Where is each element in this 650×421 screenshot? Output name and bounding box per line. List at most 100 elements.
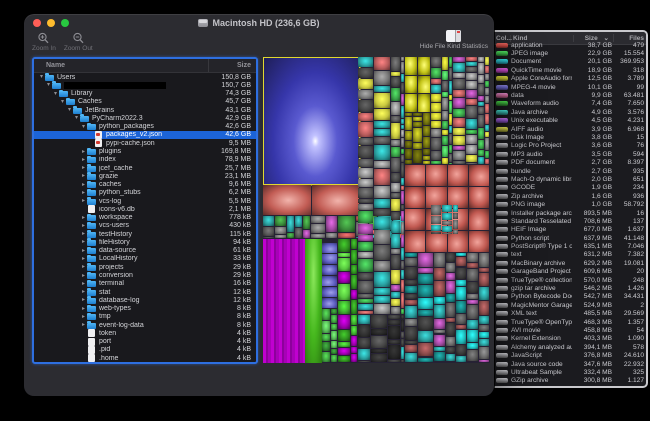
treemap-cell[interactable] <box>338 356 350 362</box>
treemap-cell[interactable] <box>374 245 390 261</box>
treemap-cell[interactable] <box>322 333 331 342</box>
treemap-cell[interactable] <box>338 348 350 356</box>
treemap-block[interactable] <box>453 57 490 165</box>
disclosure-closed-icon[interactable]: ▸ <box>80 156 87 164</box>
treemap-cell[interactable] <box>485 95 489 103</box>
treemap-cell[interactable] <box>446 347 455 354</box>
treemap-cell[interactable] <box>263 237 275 238</box>
treemap-cell[interactable] <box>478 346 489 359</box>
treemap-cell[interactable] <box>358 299 374 303</box>
treemap-cell[interactable] <box>358 311 374 314</box>
treemap-cell[interactable] <box>453 89 465 98</box>
disclosure-closed-icon[interactable]: ▸ <box>80 321 87 329</box>
treemap-cell[interactable] <box>477 115 485 127</box>
treemap-cell[interactable] <box>431 216 442 225</box>
treemap-cell[interactable] <box>405 57 417 75</box>
treemap-cell[interactable] <box>433 334 446 347</box>
tree-row[interactable]: ▾ 150,7 GB <box>34 81 256 89</box>
treemap-cell[interactable] <box>453 78 465 89</box>
tree-row[interactable]: ▸ vcs-log 5,5 MB <box>34 197 256 205</box>
treemap-cell[interactable] <box>446 322 455 337</box>
treemap-cell[interactable] <box>358 138 374 145</box>
treemap-cell[interactable] <box>446 262 455 272</box>
disclosure-closed-icon[interactable]: ▸ <box>80 164 87 172</box>
file-kind-row[interactable]: Apple CoreAudio form 12,5 GB 3.789 <box>494 75 646 83</box>
treemap-block[interactable] <box>338 239 358 363</box>
treemap-cell[interactable] <box>418 309 433 317</box>
treemap-cell[interactable] <box>441 110 448 120</box>
treemap-cell[interactable] <box>448 145 452 153</box>
treemap-cell[interactable] <box>350 326 357 335</box>
file-kind-row[interactable]: HEIF Image 677,0 MB 1.637 <box>494 226 646 234</box>
treemap-cell[interactable] <box>405 75 417 94</box>
treemap-cell[interactable] <box>485 65 489 73</box>
treemap-cell[interactable] <box>374 185 390 199</box>
treemap-cell[interactable] <box>275 234 286 238</box>
treemap-cell[interactable] <box>390 254 400 269</box>
treemap-cell[interactable] <box>465 66 477 72</box>
treemap-cell[interactable] <box>390 123 400 139</box>
treemap-cell[interactable] <box>338 342 350 348</box>
treemap-cell[interactable] <box>405 141 413 148</box>
treemap-cell[interactable] <box>446 317 455 322</box>
treemap-cell[interactable] <box>418 75 430 94</box>
treemap-cell[interactable] <box>405 209 426 230</box>
treemap-cell[interactable] <box>390 183 400 192</box>
treemap-cell[interactable] <box>401 331 404 339</box>
treemap-cell[interactable] <box>442 233 452 234</box>
disclosure-closed-icon[interactable]: ▸ <box>80 280 87 288</box>
treemap-cell[interactable] <box>331 324 337 330</box>
treemap-cell[interactable] <box>405 327 417 340</box>
treemap-cell[interactable] <box>455 257 467 267</box>
treemap-cell[interactable] <box>441 120 448 129</box>
treemap-cell[interactable] <box>446 281 455 293</box>
treemap-cell[interactable] <box>358 252 374 259</box>
tree-row[interactable]: ▸ fileHistory 94 kB <box>34 238 256 246</box>
disclosure-closed-icon[interactable]: ▸ <box>80 230 87 238</box>
treemap-cell[interactable] <box>465 62 477 66</box>
treemap-cell[interactable] <box>400 178 404 185</box>
treemap-cell[interactable] <box>400 105 404 119</box>
treemap-cell[interactable] <box>413 143 422 149</box>
disclosure-open-icon[interactable]: ▾ <box>73 114 80 122</box>
treemap-cell[interactable] <box>358 304 374 310</box>
treemap-cell[interactable] <box>405 345 417 353</box>
treemap-cell[interactable] <box>338 329 350 342</box>
file-kind-row[interactable]: GarageBand Project 609,6 MB 20 <box>494 268 646 276</box>
treemap-cell[interactable] <box>448 57 452 68</box>
treemap-cell[interactable] <box>358 198 374 204</box>
treemap-block[interactable] <box>264 58 359 184</box>
zoom-out-button[interactable]: Zoom Out <box>64 32 93 52</box>
treemap-cell[interactable] <box>322 342 331 351</box>
file-kind-row[interactable]: Kernel Extension 403,3 MB 1.090 <box>494 335 646 343</box>
treemap-cell[interactable] <box>350 346 357 353</box>
treemap-cell[interactable] <box>374 161 390 169</box>
treemap-cell[interactable] <box>350 265 357 275</box>
treemap-cell[interactable] <box>400 280 404 293</box>
treemap-cell[interactable] <box>477 74 485 84</box>
treemap-cell[interactable] <box>418 253 433 268</box>
treemap-cell[interactable] <box>418 357 433 362</box>
treemap-cell[interactable] <box>295 216 303 227</box>
treemap-cell[interactable] <box>400 293 404 308</box>
treemap-cell[interactable] <box>433 347 446 351</box>
treemap-cell[interactable] <box>400 62 404 74</box>
treemap-cell[interactable] <box>448 68 452 80</box>
treemap-cell[interactable] <box>446 253 455 262</box>
treemap-cell[interactable] <box>453 136 465 145</box>
file-kind-row[interactable]: Installer package arch 893,5 MB 16 <box>494 209 646 217</box>
treemap-cell[interactable] <box>390 248 400 254</box>
treemap-cell[interactable] <box>446 303 455 317</box>
treemap-cell[interactable] <box>442 205 452 212</box>
hide-file-kind-statistics-button[interactable]: Hide File Kind Statistics <box>420 30 488 50</box>
treemap-cell[interactable] <box>390 299 400 307</box>
disclosure-closed-icon[interactable]: ▸ <box>80 238 87 246</box>
treemap-cell[interactable] <box>311 185 359 215</box>
treemap-cell[interactable] <box>358 89 374 99</box>
treemap-cell[interactable] <box>358 349 371 361</box>
treemap-cell[interactable] <box>431 113 441 121</box>
file-kind-row[interactable]: Unix executable 4,5 GB 4.231 <box>494 117 646 125</box>
treemap-cell[interactable] <box>485 158 489 164</box>
tree-row[interactable]: ▾ Caches 45,7 GB <box>34 97 256 106</box>
treemap-cell[interactable] <box>453 150 465 161</box>
